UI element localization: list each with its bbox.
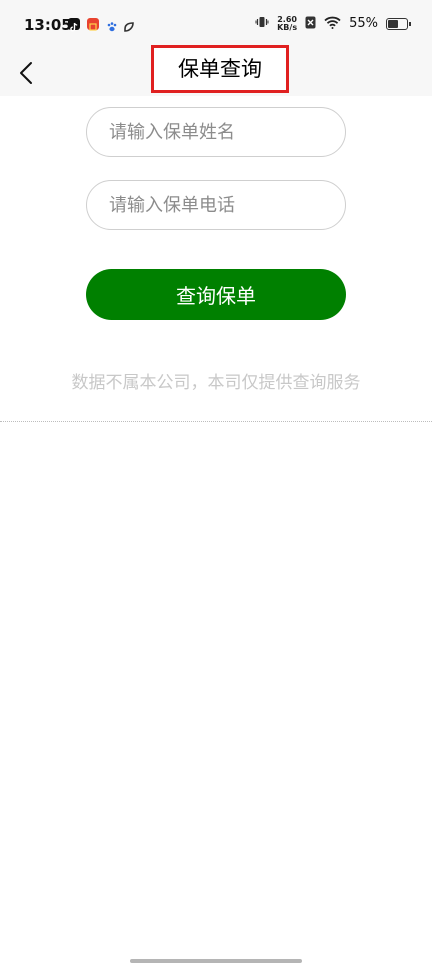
home-indicator[interactable] [130, 959, 302, 963]
wifi-icon [324, 14, 341, 33]
battery-icon [386, 17, 411, 30]
news-app-icon [87, 18, 99, 31]
policy-phone-input[interactable] [86, 180, 346, 230]
baidu-paw-icon [106, 18, 118, 32]
battery-percent: 55% [349, 16, 378, 31]
chevron-left-icon [20, 62, 32, 84]
vibrate-icon [255, 14, 269, 33]
policy-name-input[interactable] [86, 107, 346, 157]
disclaimer-text: 数据不属本公司，本司仅提供查询服务 [71, 373, 361, 393]
divider [0, 421, 432, 422]
page-title: 保单查询 [178, 57, 262, 81]
status-right-group: 2.60 KB/s 55% [255, 14, 411, 33]
back-button[interactable] [12, 56, 42, 90]
link-app-icon [123, 18, 135, 32]
status-bar: 13:05 2.60 KB/s 55% [0, 0, 432, 50]
network-speed: 2.60 KB/s [277, 15, 298, 32]
status-time: 13:05 [24, 16, 72, 34]
sim-x-icon [305, 14, 316, 33]
tiktok-icon [68, 18, 80, 32]
query-policy-button[interactable]: 查询保单 [86, 269, 346, 320]
battery-fill [388, 19, 398, 28]
page-title-highlight: 保单查询 [151, 45, 289, 93]
network-speed-unit: KB/s [277, 22, 298, 32]
